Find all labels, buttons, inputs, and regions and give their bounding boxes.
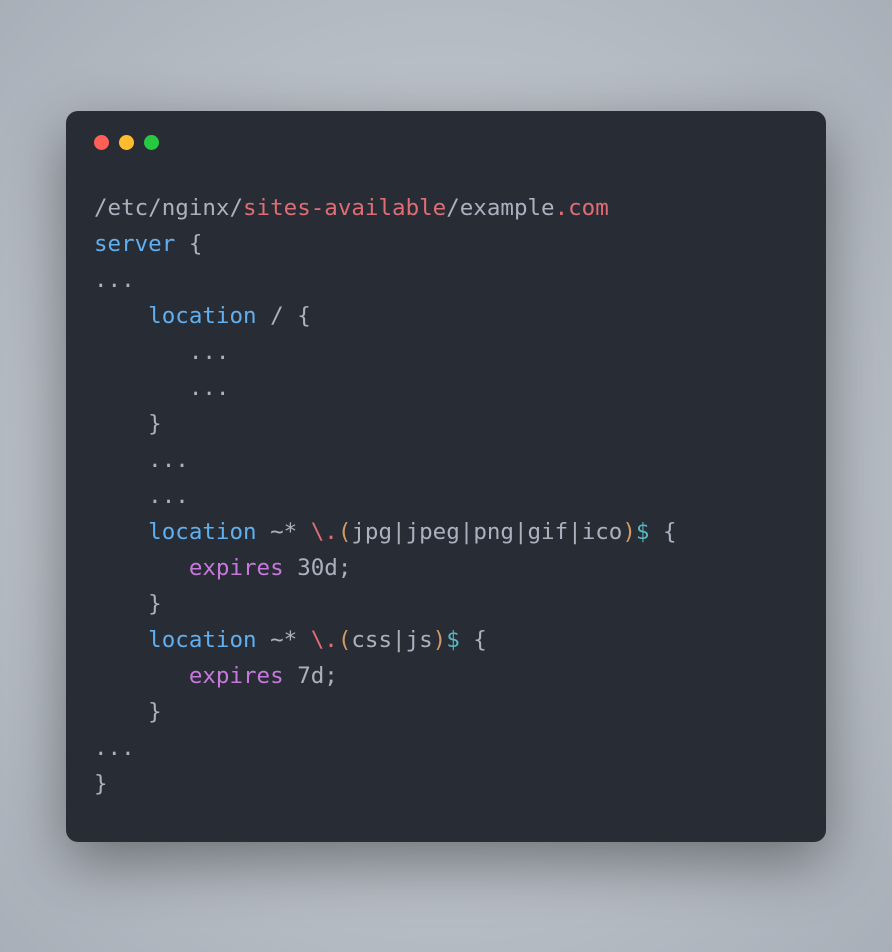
brace: } xyxy=(94,699,162,725)
regex-pipe: | xyxy=(392,519,406,545)
minimize-icon[interactable] xyxy=(119,135,134,150)
regex-paren: ( xyxy=(338,519,352,545)
ellipsis: ... xyxy=(94,735,135,761)
regex-dollar: $ xyxy=(446,627,460,653)
keyword-location: location xyxy=(94,519,257,545)
ellipsis: ... xyxy=(94,339,229,365)
path-segment: /etc/nginx/ xyxy=(94,195,243,221)
regex-escape: \ xyxy=(311,519,325,545)
regex-ext: png xyxy=(473,519,514,545)
brace: { xyxy=(175,231,202,257)
regex-ext: jpeg xyxy=(406,519,460,545)
code-block: /etc/nginx/sites-available/example.com s… xyxy=(94,190,798,802)
regex-ext: js xyxy=(406,627,433,653)
regex-pipe: | xyxy=(392,627,406,653)
ellipsis: ... xyxy=(94,267,135,293)
path-dot: . xyxy=(555,195,569,221)
regex-paren: ) xyxy=(433,627,447,653)
keyword-server: server xyxy=(94,231,175,257)
regex-paren: ) xyxy=(622,519,636,545)
regex-dollar: $ xyxy=(636,519,650,545)
regex-pipe: | xyxy=(514,519,528,545)
ellipsis: ... xyxy=(94,375,229,401)
regex-ext: ico xyxy=(582,519,623,545)
terminal-window: /etc/nginx/sites-available/example.com s… xyxy=(66,111,826,842)
location-path: / { xyxy=(257,303,311,329)
regex-dot: . xyxy=(324,519,338,545)
regex-escape: \ xyxy=(311,627,325,653)
semicolon: ; xyxy=(324,663,338,689)
brace: { xyxy=(649,519,676,545)
path-tld: com xyxy=(568,195,609,221)
brace: { xyxy=(460,627,487,653)
regex-ext: css xyxy=(351,627,392,653)
expires-value: 30d xyxy=(284,555,338,581)
regex-dot: . xyxy=(324,627,338,653)
keyword-location: location xyxy=(94,627,257,653)
regex-ext: jpg xyxy=(351,519,392,545)
regex-paren: ( xyxy=(338,627,352,653)
window-titlebar xyxy=(94,135,798,150)
semicolon: ; xyxy=(338,555,352,581)
regex-pipe: | xyxy=(460,519,474,545)
regex-ext: gif xyxy=(528,519,569,545)
keyword-location: location xyxy=(94,303,257,329)
brace: } xyxy=(94,771,108,797)
path-segment: sites-available xyxy=(243,195,446,221)
regex-op: ~* xyxy=(257,519,311,545)
maximize-icon[interactable] xyxy=(144,135,159,150)
ellipsis: ... xyxy=(94,447,189,473)
path-segment: /example xyxy=(446,195,554,221)
expires-value: 7d xyxy=(284,663,325,689)
brace: } xyxy=(94,411,162,437)
regex-op: ~* xyxy=(257,627,311,653)
ellipsis: ... xyxy=(94,483,189,509)
keyword-expires: expires xyxy=(94,663,284,689)
close-icon[interactable] xyxy=(94,135,109,150)
keyword-expires: expires xyxy=(94,555,284,581)
brace: } xyxy=(94,591,162,617)
regex-pipe: | xyxy=(568,519,582,545)
